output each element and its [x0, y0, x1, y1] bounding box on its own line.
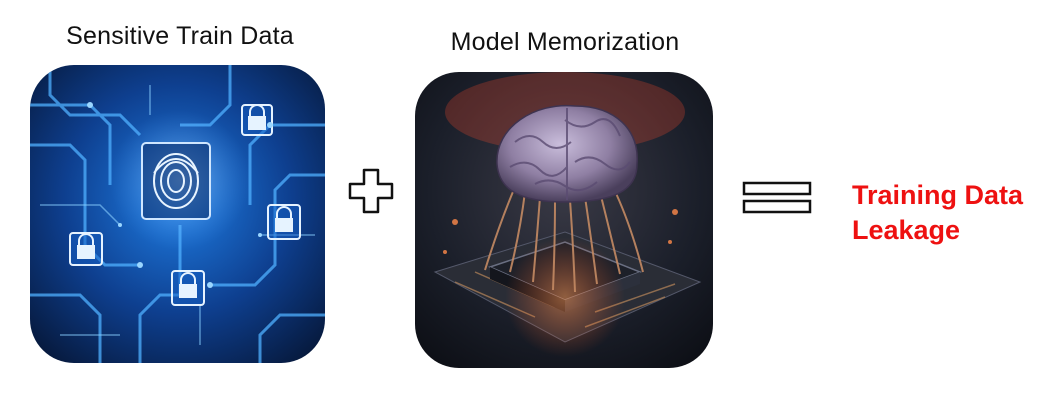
brain-on-microchip-image [415, 72, 713, 368]
circuit-board-fingerprint-image [30, 65, 325, 363]
sensitive-train-data-caption: Sensitive Train Data [66, 22, 294, 50]
training-data-leakage-result: Training Data Leakage [852, 178, 1052, 248]
result-line-2: Leakage [852, 215, 961, 245]
model-memorization-caption: Model Memorization [450, 28, 680, 56]
plus-icon [348, 168, 394, 214]
equals-icon [742, 181, 812, 214]
result-line-1: Training Data [852, 180, 1024, 210]
